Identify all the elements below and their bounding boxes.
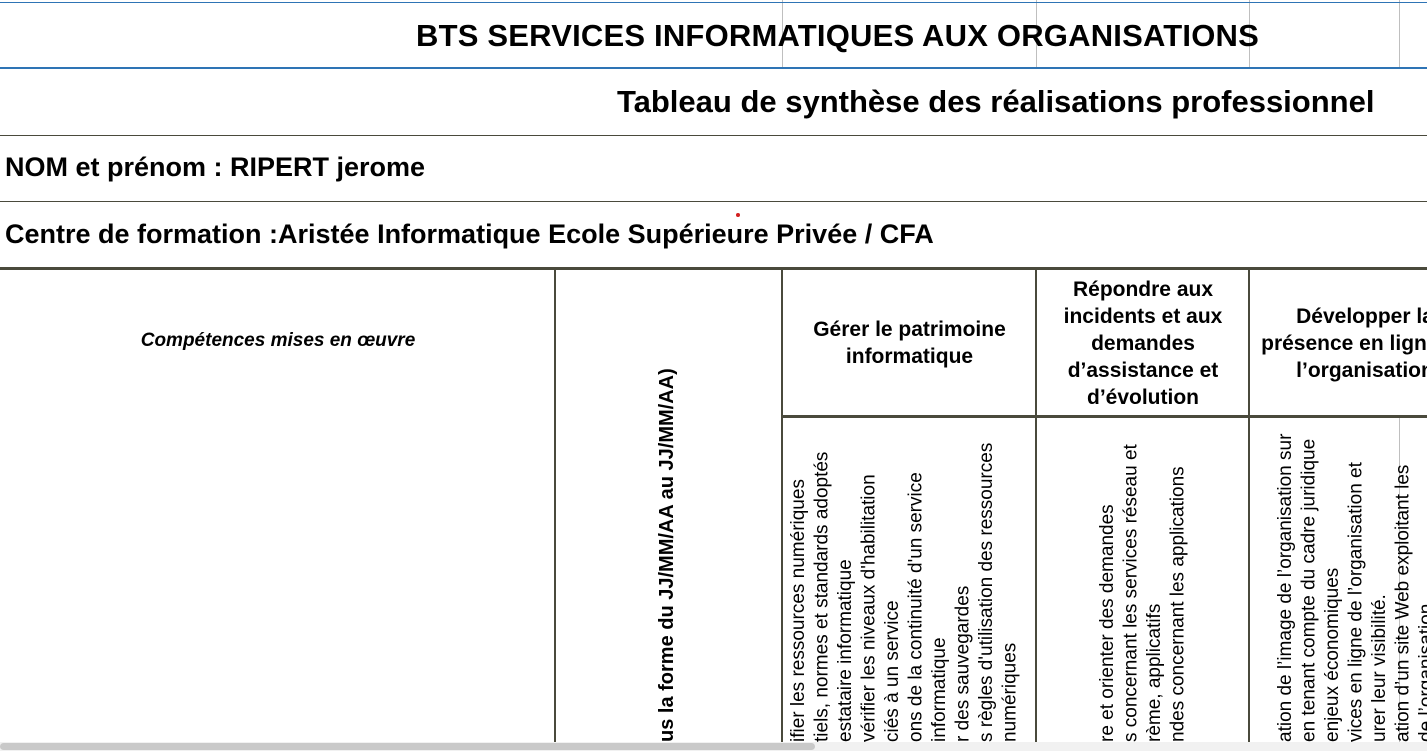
competence-item: numériques: [999, 642, 1021, 742]
competence-item: ndes concernant les applications: [1167, 466, 1189, 742]
block-title: Répondre aux incidents et aux demandes d…: [1063, 277, 1223, 409]
document-title: BTS SERVICES INFORMATIQUES AUX ORGANISAT…: [416, 18, 1259, 53]
competence-list-incidents: re et orienter des demandes s concernant…: [1096, 420, 1190, 742]
training-center: Centre de formation :Aristée Informatiqu…: [5, 219, 934, 249]
document-subtitle: Tableau de synthèse des réalisations pro…: [617, 84, 1375, 119]
name-divider: [0, 201, 1427, 202]
competence-item: vices en ligne de l’organisation et: [1345, 462, 1367, 742]
competence-item: tiels, normes et standards adoptés: [811, 451, 833, 742]
title-divider: [0, 67, 1427, 69]
competence-item: vérifier les niveaux d'habilitation: [858, 474, 880, 742]
competence-list-presence: ation de l’image de l’organisation sur e…: [1274, 420, 1427, 742]
subtitle-divider: [0, 135, 1427, 136]
date-column-label: us la forme du JJ/MM/AA au JJ/MM/AA): [656, 368, 678, 742]
horizontal-scrollbar-thumb[interactable]: [0, 743, 815, 750]
block-header-incidents: Répondre aux incidents et aux demandes d…: [1037, 270, 1249, 416]
competence-item: ciés à un service: [882, 600, 903, 742]
competence-item: enjeux économiques: [1322, 567, 1343, 742]
competence-item: r des sauvegardes: [952, 585, 974, 742]
competence-item: s règles d'utilisation des ressources: [976, 442, 997, 742]
competence-item: informatique: [929, 637, 950, 742]
block-header-patrimoine: Gérer le patrimoine informatique: [783, 270, 1036, 416]
student-name: NOM et prénom : RIPERT jerome: [5, 152, 426, 182]
competence-item: en tenant compte du cadre juridique: [1298, 438, 1320, 742]
selection-marker: [736, 213, 740, 217]
competence-item: rème, applicatifs: [1144, 603, 1165, 742]
competence-list-patrimoine: ifier les ressources numériques tiels, n…: [787, 420, 1022, 742]
competence-item: ation d’un site Web exploitant les: [1392, 464, 1414, 742]
competence-item: re et orienter des demandes: [1097, 504, 1118, 742]
block-title: Développer la présence en ligne de l’org…: [1261, 304, 1427, 382]
competence-item: ifier les ressources numériques: [788, 479, 809, 742]
top-border: [0, 2, 1427, 3]
competences-label: Compétences mises en œuvre: [140, 330, 416, 351]
block-header-presence: Développer la présence en ligne de l’org…: [1250, 270, 1427, 416]
block-title: Gérer le patrimoine informatique: [813, 318, 1006, 368]
competence-item: de l’organisation: [1416, 603, 1427, 742]
competence-item: ons de la continuité d'un service: [905, 472, 927, 742]
competence-item: urer leur visibilité.: [1369, 594, 1390, 742]
competence-item: estataire informatique: [835, 559, 856, 742]
competence-item: ation de l’image de l’organisation sur: [1275, 433, 1296, 742]
competence-item: s concernant les services réseau et: [1120, 444, 1142, 742]
